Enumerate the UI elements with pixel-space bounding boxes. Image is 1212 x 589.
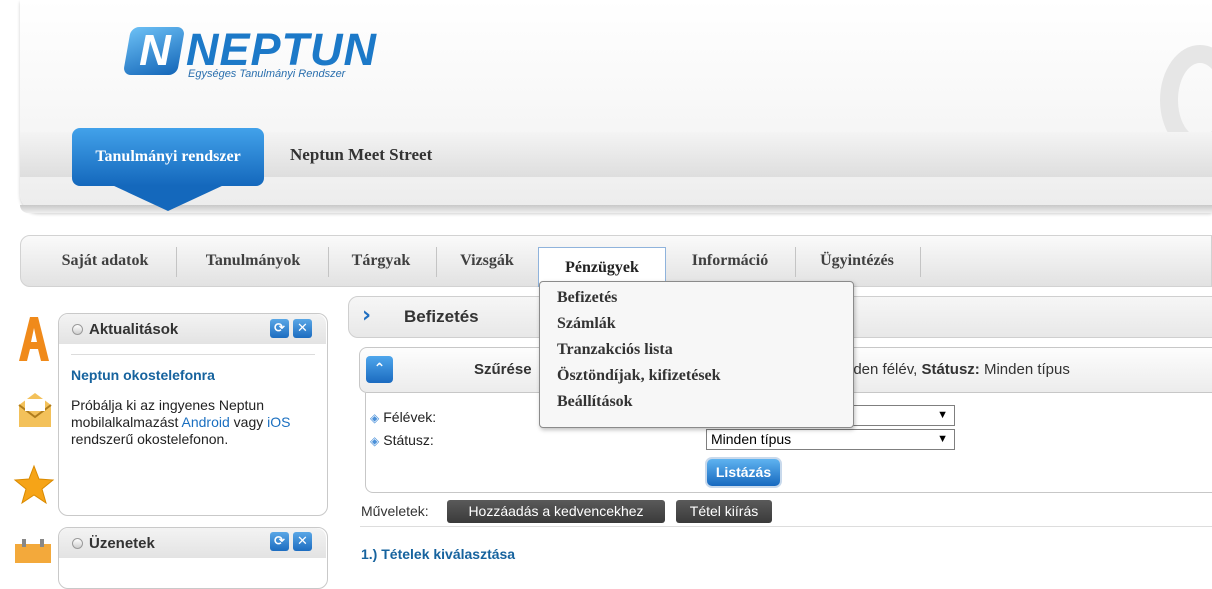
tab-tanulmanyi-rendszer[interactable]: Tanulmányi rendszer: [72, 128, 264, 186]
menu-ugyintezes[interactable]: Ügyintézés: [800, 236, 914, 286]
diamond-bullet-icon: ◈: [370, 434, 380, 448]
status-label-text: Státusz:: [383, 432, 434, 448]
step-1-heading: 1.) Tételek kiválasztása: [361, 546, 516, 562]
news-item-title[interactable]: Neptun okostelefonra: [71, 367, 215, 383]
filter-summary-status-value: Minden típus: [979, 361, 1070, 378]
calendar-icon[interactable]: [14, 538, 52, 563]
dropdown-item-beallitasok[interactable]: Beállítások: [557, 393, 633, 411]
menu-targyak[interactable]: Tárgyak: [334, 236, 428, 286]
panel-bullet-icon: [72, 538, 83, 549]
menu-informacio[interactable]: Információ: [670, 236, 790, 286]
close-icon[interactable]: ✕: [293, 532, 312, 551]
dropdown-arrow-icon: ▼: [937, 409, 948, 421]
filter-title: Szűrése: [474, 361, 532, 378]
messages-panel-title: Üzenetek: [89, 535, 155, 552]
item-export-button[interactable]: Tétel kiírás: [676, 500, 772, 523]
dropdown-item-szamlak[interactable]: Számlák: [557, 315, 616, 333]
envelope-icon[interactable]: [17, 391, 53, 429]
logo-subtitle: Egységes Tanulmányi Rendszer: [188, 68, 346, 80]
status-select[interactable]: Minden típus ▼: [706, 429, 955, 450]
add-to-favorites-button[interactable]: Hozzáadás a kedvencekhez: [447, 500, 665, 523]
dropdown-item-tranzakcios-lista[interactable]: Tranzakciós lista: [557, 341, 673, 359]
menu-divider: [920, 247, 921, 277]
operations-label: Műveletek:: [361, 503, 429, 519]
logo-letter: N: [139, 26, 171, 75]
dropdown-arrow-icon: ▼: [937, 433, 948, 445]
semesters-label-text: Félévek:: [383, 409, 437, 425]
refresh-icon[interactable]: ⟳: [270, 319, 289, 338]
menu-divider: [328, 247, 329, 277]
menu-divider: [176, 247, 177, 277]
chevron-right-icon: ›: [362, 303, 372, 328]
refresh-icon[interactable]: ⟳: [270, 532, 289, 551]
close-icon[interactable]: ✕: [293, 319, 312, 338]
diamond-bullet-icon: ◈: [370, 411, 380, 425]
filter-summary-status-label: Státusz:: [921, 361, 980, 378]
panel-bullet-icon: [72, 324, 83, 335]
dropdown-item-befizetes[interactable]: Befizetés: [557, 289, 617, 307]
status-label: ◈ Státusz:: [370, 432, 434, 448]
semesters-label: ◈ Félévek:: [370, 409, 436, 425]
collapse-chevron-icon[interactable]: ⌃: [366, 356, 393, 383]
ios-link[interactable]: iOS: [267, 414, 290, 430]
tab-meet-street[interactable]: Neptun Meet Street: [290, 145, 432, 165]
menu-sajat-adatok[interactable]: Saját adatok: [40, 236, 170, 286]
news-text-part: rendszerű okostelefonon.: [71, 431, 229, 447]
divider: [71, 354, 315, 355]
news-a-icon[interactable]: [17, 315, 51, 363]
android-link[interactable]: Android: [182, 414, 230, 430]
menu-divider: [436, 247, 437, 277]
menu-divider: [795, 247, 796, 277]
menu-tanulmanyok[interactable]: Tanulmányok: [182, 236, 324, 286]
news-item-text: Próbálja ki az ingyenes Neptun mobilalka…: [71, 397, 311, 448]
filter-summary: nden félév, Státusz: Minden típus: [845, 361, 1070, 378]
dropdown-item-osztondijak[interactable]: Ösztöndíjak, kifizetések: [557, 367, 721, 385]
list-button[interactable]: Listázás: [705, 457, 782, 488]
filter-summary-semester: nden félév,: [845, 361, 922, 378]
news-text-part: vagy: [229, 414, 268, 430]
divider: [360, 526, 1212, 527]
page-title: Befizetés: [404, 307, 479, 326]
status-select-value: Minden típus: [711, 431, 792, 447]
star-icon[interactable]: [13, 464, 55, 506]
menu-vizsgak[interactable]: Vizsgák: [440, 236, 534, 286]
news-panel-title: Aktualitások: [89, 321, 179, 338]
active-tab-pointer: [112, 185, 224, 211]
